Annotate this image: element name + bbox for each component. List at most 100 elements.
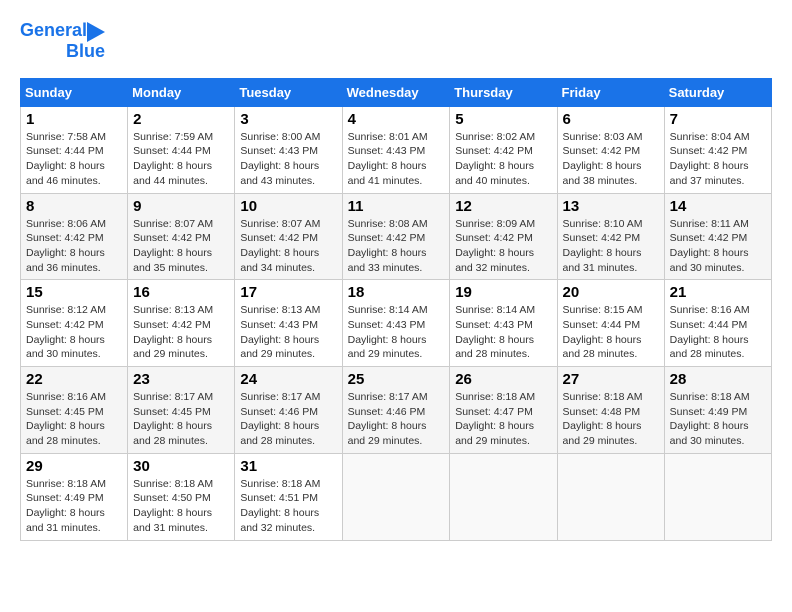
day-info: Sunrise: 8:16 AMSunset: 4:44 PMDaylight:… — [670, 303, 766, 362]
day-number: 8 — [26, 198, 122, 215]
calendar-week-row: 8 Sunrise: 8:06 AMSunset: 4:42 PMDaylight… — [21, 193, 772, 280]
weekday-header: Friday — [557, 78, 664, 106]
calendar-cell: 12Sunrise: 8:09 AMSunset: 4:42 PMDayligh… — [450, 193, 557, 280]
day-number: 26 — [455, 371, 551, 388]
day-info: Sunrise: 8:04 AMSunset: 4:42 PMDaylight:… — [670, 130, 766, 189]
calendar-cell — [342, 453, 450, 540]
calendar-cell: 19Sunrise: 8:14 AMSunset: 4:43 PMDayligh… — [450, 280, 557, 367]
day-number: 18 — [348, 284, 445, 301]
calendar-cell: 27Sunrise: 8:18 AMSunset: 4:48 PMDayligh… — [557, 367, 664, 454]
day-info: Sunrise: 8:15 AMSunset: 4:44 PMDaylight:… — [563, 303, 659, 362]
day-number: 17 — [240, 284, 336, 301]
day-number: 22 — [26, 371, 122, 388]
day-info: Sunrise: 8:08 AMSunset: 4:42 PMDaylight:… — [348, 217, 445, 276]
day-info: Sunrise: 8:11 AMSunset: 4:42 PMDaylight:… — [670, 217, 766, 276]
calendar-cell: 21 Sunrise: 8:16 AMSunset: 4:44 PMDayligh… — [664, 280, 771, 367]
day-number: 4 — [348, 111, 445, 128]
calendar-cell: 5 Sunrise: 8:02 AMSunset: 4:42 PMDaylight… — [450, 106, 557, 193]
day-number: 24 — [240, 371, 336, 388]
calendar-cell: 20 Sunrise: 8:15 AMSunset: 4:44 PMDayligh… — [557, 280, 664, 367]
day-number: 21 — [670, 284, 766, 301]
day-info: Sunrise: 8:09 AMSunset: 4:42 PMDaylight:… — [455, 217, 551, 276]
day-info: Sunrise: 8:01 AMSunset: 4:43 PMDaylight:… — [348, 130, 445, 189]
calendar-cell: 11 Sunrise: 8:08 AMSunset: 4:42 PMDayligh… — [342, 193, 450, 280]
day-number: 1 — [26, 111, 122, 128]
calendar-cell: 17 Sunrise: 8:13 AMSunset: 4:43 PMDayligh… — [235, 280, 342, 367]
day-number: 7 — [670, 111, 766, 128]
calendar-cell: 9 Sunrise: 8:07 AMSunset: 4:42 PMDaylight… — [128, 193, 235, 280]
weekday-header: Sunday — [21, 78, 128, 106]
weekday-header: Tuesday — [235, 78, 342, 106]
calendar-cell: 1 Sunrise: 7:58 AMSunset: 4:44 PMDaylight… — [21, 106, 128, 193]
calendar-cell: 6 Sunrise: 8:03 AMSunset: 4:42 PMDaylight… — [557, 106, 664, 193]
day-info: Sunrise: 8:18 AMSunset: 4:49 PMDaylight:… — [670, 390, 766, 449]
day-info: Sunrise: 8:14 AMSunset: 4:43 PMDaylight:… — [348, 303, 445, 362]
day-info: Sunrise: 8:03 AMSunset: 4:42 PMDaylight:… — [563, 130, 659, 189]
day-number: 15 — [26, 284, 122, 301]
weekday-header: Thursday — [450, 78, 557, 106]
day-info: Sunrise: 8:00 AMSunset: 4:43 PMDaylight:… — [240, 130, 336, 189]
day-info: Sunrise: 8:13 AMSunset: 4:43 PMDaylight:… — [240, 303, 336, 362]
calendar-cell: 14 Sunrise: 8:11 AMSunset: 4:42 PMDayligh… — [664, 193, 771, 280]
day-info: Sunrise: 8:12 AMSunset: 4:42 PMDaylight:… — [26, 303, 122, 362]
day-number: 11 — [348, 198, 445, 215]
weekday-header: Monday — [128, 78, 235, 106]
calendar-cell: 4 Sunrise: 8:01 AMSunset: 4:43 PMDaylight… — [342, 106, 450, 193]
day-info: Sunrise: 8:02 AMSunset: 4:42 PMDaylight:… — [455, 130, 551, 189]
day-info: Sunrise: 7:58 AMSunset: 4:44 PMDaylight:… — [26, 130, 122, 189]
calendar-cell: 28 Sunrise: 8:18 AMSunset: 4:49 PMDayligh… — [664, 367, 771, 454]
calendar-cell: 7 Sunrise: 8:04 AMSunset: 4:42 PMDaylight… — [664, 106, 771, 193]
day-number: 28 — [670, 371, 766, 388]
day-info: Sunrise: 8:17 AMSunset: 4:45 PMDaylight:… — [133, 390, 229, 449]
day-number: 13 — [563, 198, 659, 215]
day-number: 23 — [133, 371, 229, 388]
day-number: 31 — [240, 458, 336, 475]
calendar-cell: 10Sunrise: 8:07 AMSunset: 4:42 PMDayligh… — [235, 193, 342, 280]
logo-text: General — [20, 21, 87, 41]
day-number: 25 — [348, 371, 445, 388]
day-number: 6 — [563, 111, 659, 128]
day-number: 19 — [455, 284, 551, 301]
day-info: Sunrise: 8:18 AMSunset: 4:49 PMDaylight:… — [26, 477, 122, 536]
calendar-cell: 13 Sunrise: 8:10 AMSunset: 4:42 PMDayligh… — [557, 193, 664, 280]
calendar-cell: 31 Sunrise: 8:18 AMSunset: 4:51 PMDayligh… — [235, 453, 342, 540]
logo-arrow-icon — [87, 22, 105, 42]
calendar-cell: 18 Sunrise: 8:14 AMSunset: 4:43 PMDayligh… — [342, 280, 450, 367]
calendar-cell: 15 Sunrise: 8:12 AMSunset: 4:42 PMDayligh… — [21, 280, 128, 367]
day-info: Sunrise: 8:17 AMSunset: 4:46 PMDaylight:… — [240, 390, 336, 449]
calendar-cell: 8 Sunrise: 8:06 AMSunset: 4:42 PMDaylight… — [21, 193, 128, 280]
day-info: Sunrise: 8:18 AMSunset: 4:48 PMDaylight:… — [563, 390, 659, 449]
day-info: Sunrise: 8:18 AMSunset: 4:50 PMDaylight:… — [133, 477, 229, 536]
calendar-cell: 2Sunrise: 7:59 AMSunset: 4:44 PMDaylight… — [128, 106, 235, 193]
day-info: Sunrise: 8:06 AMSunset: 4:42 PMDaylight:… — [26, 217, 122, 276]
calendar-cell: 26Sunrise: 8:18 AMSunset: 4:47 PMDayligh… — [450, 367, 557, 454]
day-number: 20 — [563, 284, 659, 301]
calendar-cell: 29Sunrise: 8:18 AMSunset: 4:49 PMDayligh… — [21, 453, 128, 540]
day-number: 30 — [133, 458, 229, 475]
logo: General Blue — [20, 20, 105, 62]
day-info: Sunrise: 7:59 AMSunset: 4:44 PMDaylight:… — [133, 130, 229, 189]
calendar-week-row: 29Sunrise: 8:18 AMSunset: 4:49 PMDayligh… — [21, 453, 772, 540]
calendar-cell: 23 Sunrise: 8:17 AMSunset: 4:45 PMDayligh… — [128, 367, 235, 454]
day-info: Sunrise: 8:10 AMSunset: 4:42 PMDaylight:… — [563, 217, 659, 276]
day-info: Sunrise: 8:13 AMSunset: 4:42 PMDaylight:… — [133, 303, 229, 362]
calendar-week-row: 22 Sunrise: 8:16 AMSunset: 4:45 PMDayligh… — [21, 367, 772, 454]
calendar-cell: 30 Sunrise: 8:18 AMSunset: 4:50 PMDayligh… — [128, 453, 235, 540]
calendar-cell — [450, 453, 557, 540]
day-number: 16 — [133, 284, 229, 301]
calendar-cell: 16 Sunrise: 8:13 AMSunset: 4:42 PMDayligh… — [128, 280, 235, 367]
weekday-header-row: SundayMondayTuesdayWednesdayThursdayFrid… — [21, 78, 772, 106]
calendar-cell: 22 Sunrise: 8:16 AMSunset: 4:45 PMDayligh… — [21, 367, 128, 454]
weekday-header: Saturday — [664, 78, 771, 106]
day-number: 9 — [133, 198, 229, 215]
day-info: Sunrise: 8:18 AMSunset: 4:51 PMDaylight:… — [240, 477, 336, 536]
day-info: Sunrise: 8:16 AMSunset: 4:45 PMDaylight:… — [26, 390, 122, 449]
day-number: 5 — [455, 111, 551, 128]
day-number: 14 — [670, 198, 766, 215]
calendar-week-row: 1 Sunrise: 7:58 AMSunset: 4:44 PMDaylight… — [21, 106, 772, 193]
calendar-cell — [557, 453, 664, 540]
weekday-header: Wednesday — [342, 78, 450, 106]
calendar-cell: 3Sunrise: 8:00 AMSunset: 4:43 PMDaylight… — [235, 106, 342, 193]
calendar-cell: 24 Sunrise: 8:17 AMSunset: 4:46 PMDayligh… — [235, 367, 342, 454]
day-info: Sunrise: 8:07 AMSunset: 4:42 PMDaylight:… — [133, 217, 229, 276]
